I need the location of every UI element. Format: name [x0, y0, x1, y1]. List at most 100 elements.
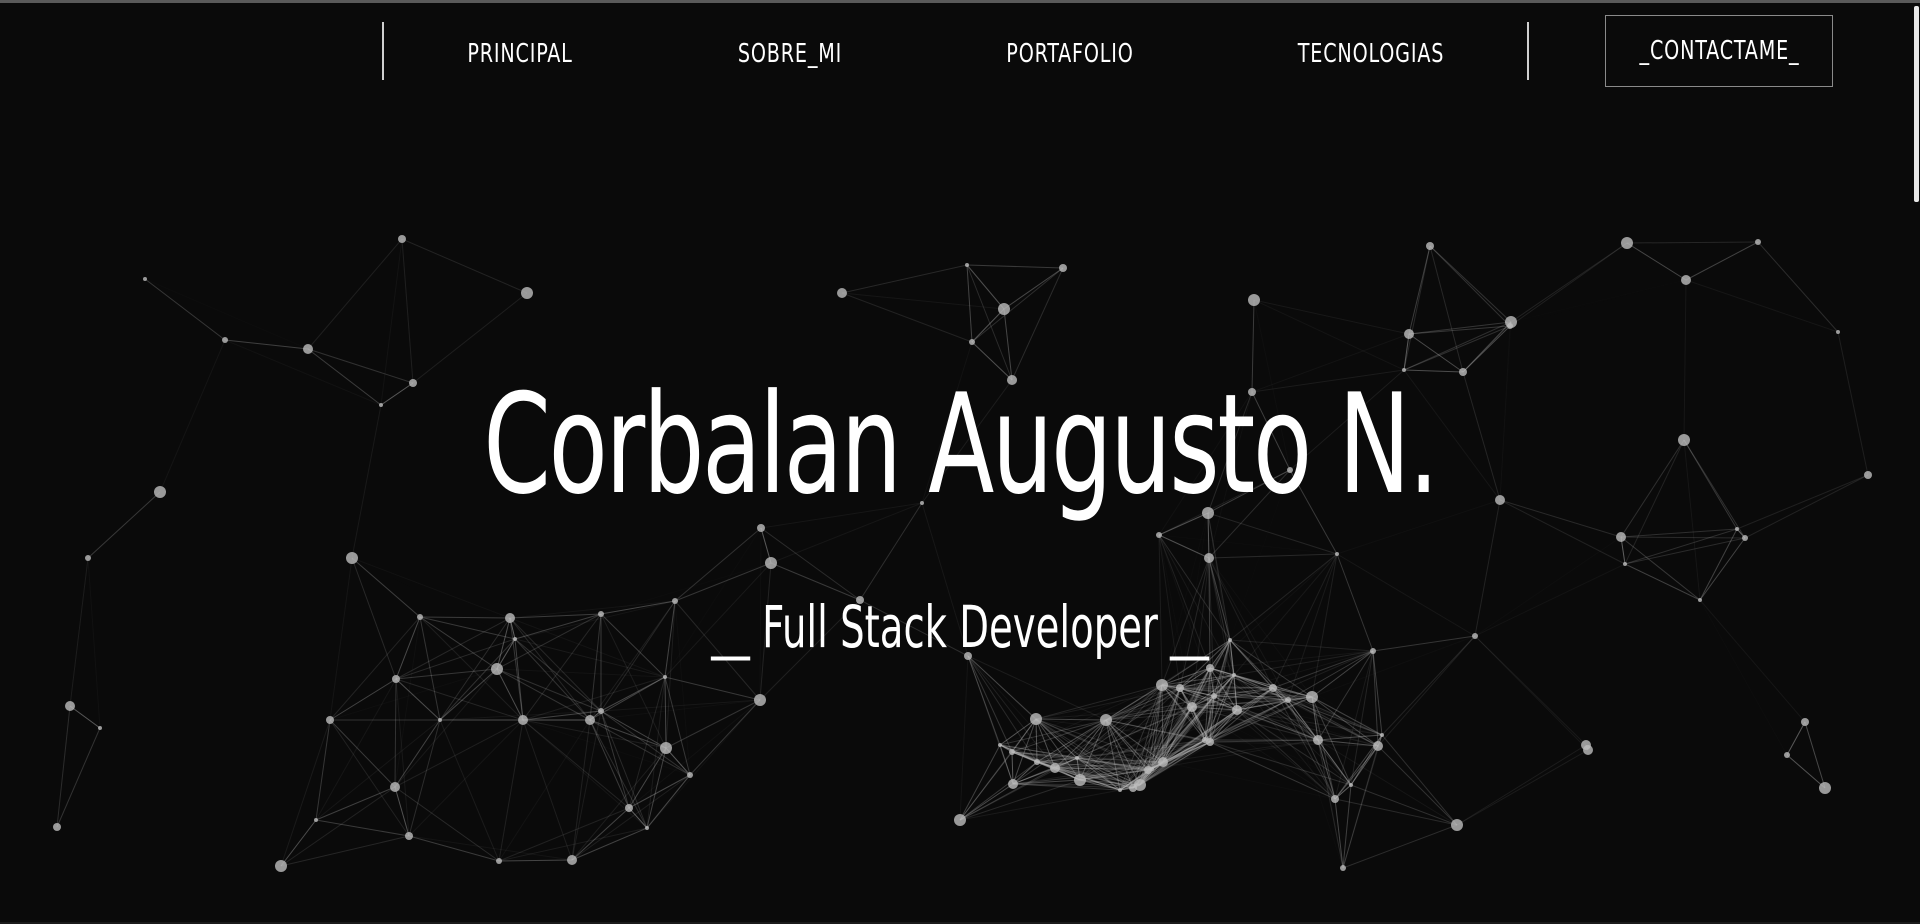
network-node	[1269, 684, 1277, 692]
network-node	[998, 303, 1010, 315]
network-node	[1100, 714, 1112, 726]
network-link	[959, 789, 1121, 821]
network-node	[687, 772, 693, 778]
network-node	[303, 344, 313, 354]
network-node	[1009, 749, 1015, 755]
network-node	[491, 663, 503, 675]
network-link	[1626, 241, 1759, 244]
network-node	[1306, 691, 1318, 703]
network-node	[1507, 323, 1513, 329]
network-link	[1624, 537, 1746, 565]
nav-link-tecnologias[interactable]: TECNOLOGIAS	[1282, 34, 1461, 74]
network-link	[1350, 784, 1458, 826]
network-node	[398, 235, 406, 243]
network-link	[967, 655, 1081, 781]
network-link	[967, 655, 1014, 785]
network-link	[395, 678, 524, 721]
network-link	[1236, 709, 1383, 736]
network-link	[1208, 553, 1338, 559]
network-link	[87, 557, 101, 729]
nav-link-sobre-mi[interactable]: SOBRE_MI	[726, 34, 854, 74]
network-link	[1699, 599, 1806, 723]
network-node	[1451, 819, 1463, 831]
network-node	[1735, 527, 1739, 531]
network-node	[585, 715, 595, 725]
navbar: PRINCIPAL SOBRE_MI PORTAFOLIO TECNOLOGIA…	[0, 0, 1920, 110]
network-node	[1034, 759, 1040, 765]
network-link	[329, 719, 410, 837]
network-link	[1342, 824, 1458, 869]
network-node	[1156, 532, 1162, 538]
contact-button-label: _CONTACTAME_	[1639, 36, 1799, 66]
network-node	[496, 858, 502, 864]
network-node	[85, 555, 91, 561]
network-link	[665, 699, 761, 749]
network-link	[1620, 536, 1746, 539]
network-node	[222, 337, 228, 343]
network-node	[405, 832, 413, 840]
network-link	[401, 238, 528, 294]
network-node	[1050, 763, 1060, 773]
network-node	[645, 826, 649, 830]
network-node	[1211, 693, 1217, 699]
network-node	[1623, 562, 1627, 566]
network-link	[674, 527, 762, 602]
network-node	[625, 804, 633, 812]
network-node	[1681, 275, 1691, 285]
network-link	[408, 719, 441, 837]
network-link	[1253, 299, 1410, 335]
network-link	[1837, 331, 1869, 476]
network-link	[1620, 536, 1701, 601]
network-link	[1377, 745, 1458, 826]
network-node	[1206, 664, 1214, 672]
network-link	[56, 705, 71, 828]
network-link	[600, 710, 667, 749]
network-link	[280, 786, 396, 867]
network-link	[664, 676, 761, 701]
network-link	[1700, 600, 1787, 755]
network-link	[408, 835, 500, 862]
nav-divider-left	[382, 22, 384, 80]
nav-link-portafolio[interactable]: PORTAFOLIO	[996, 34, 1144, 74]
network-link	[1011, 719, 1107, 753]
network-node	[53, 823, 61, 831]
scrollbar-thumb[interactable]	[1914, 6, 1919, 202]
network-node	[1819, 782, 1831, 794]
network-link	[439, 668, 498, 721]
network-node	[1755, 239, 1761, 245]
network-link	[307, 238, 403, 350]
network-link	[144, 278, 226, 341]
network-node	[663, 675, 667, 679]
nav-link-principal[interactable]: PRINCIPAL	[454, 34, 585, 74]
network-link	[1510, 280, 1686, 326]
network-node	[998, 743, 1002, 747]
network-node	[1698, 598, 1702, 602]
network-node	[1313, 735, 1323, 745]
network-node	[1784, 752, 1790, 758]
network-node	[1621, 237, 1633, 249]
network-link	[1699, 537, 1746, 601]
network-link	[1456, 744, 1587, 826]
network-link	[1429, 245, 1512, 323]
contact-button[interactable]: _CONTACTAME_	[1605, 15, 1833, 87]
network-link	[1209, 741, 1336, 800]
network-node	[346, 552, 358, 564]
network-node	[1204, 553, 1214, 563]
network-link	[1620, 528, 1738, 538]
network-node	[1380, 733, 1384, 737]
network-link	[1403, 245, 1431, 371]
network-link	[315, 786, 396, 821]
hero-subtitle: __ Full Stack Developer __	[711, 593, 1209, 661]
network-link	[841, 292, 973, 343]
network-link	[971, 308, 1005, 343]
network-link	[69, 705, 101, 729]
network-link	[1372, 650, 1383, 736]
network-node	[1158, 757, 1168, 767]
network-link	[1804, 721, 1826, 789]
network-node	[660, 742, 672, 754]
network-node	[1156, 679, 1168, 691]
network-node	[1285, 697, 1291, 703]
network-node	[1331, 795, 1339, 803]
network-node	[438, 718, 442, 722]
network-link	[1744, 474, 1869, 539]
